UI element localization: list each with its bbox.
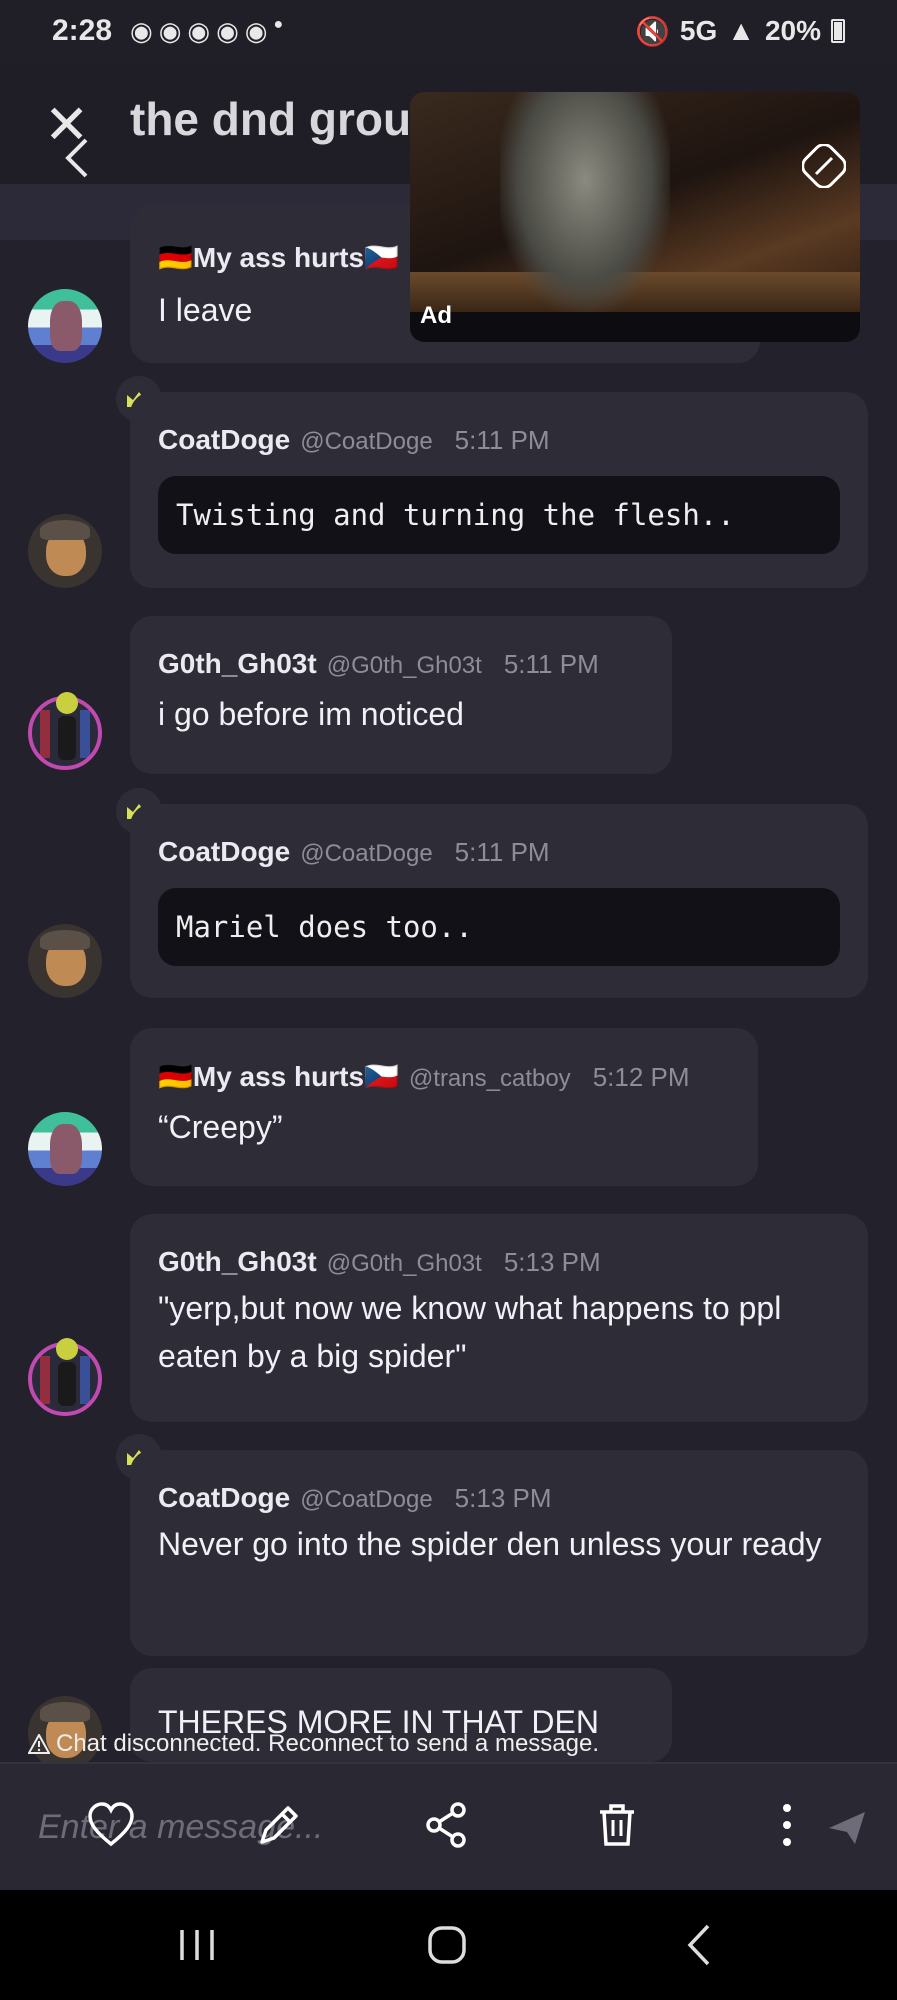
message-bubble: 🇩🇪My ass hurts🇨🇿 @trans_catboy 5:12 PM “… [130, 1028, 758, 1186]
message-meta: CoatDoge @CoatDoge 5:11 PM [158, 424, 840, 456]
battery-icon [831, 19, 845, 43]
disconnected-notice: Chat disconnected. Reconnect to send a m… [28, 1730, 599, 1758]
message-bubble: G0th_Gh03t @G0th_Gh03t 5:11 PM i go befo… [130, 616, 672, 774]
message-meta: G0th_Gh03t @G0th_Gh03t 5:11 PM [158, 648, 644, 680]
message-time: 5:13 PM [454, 1483, 552, 1513]
author-handle: @CoatDoge [300, 428, 433, 455]
discord-icon: ◉ [244, 15, 268, 46]
message-bubble: CoatDoge @CoatDoge 5:13 PM Never go into… [130, 1450, 868, 1656]
trash-icon[interactable] [592, 1800, 642, 1850]
author-name[interactable]: 🇩🇪My ass hurts🇨🇿 [158, 241, 399, 274]
status-bar: 2:28 ◉ ◉ ◉ ◉ ◉ ● 🔇 5G ▲ 20% [0, 0, 897, 62]
author-name[interactable]: G0th_Gh03t [158, 648, 317, 680]
avatar[interactable] [28, 514, 102, 588]
cast-icon[interactable] [802, 144, 846, 188]
discord-icon: ◉ [130, 15, 153, 46]
author-handle: @G0th_Gh03t [326, 1250, 482, 1277]
ad-image-figure [500, 92, 670, 312]
message-meta: CoatDoge @CoatDoge 5:13 PM [158, 1482, 840, 1514]
message-meta: G0th_Gh03t @G0th_Gh03t 5:13 PM [158, 1246, 840, 1278]
author-name[interactable]: CoatDoge [158, 424, 290, 456]
ad-label: Ad [420, 302, 452, 329]
chat-title: the dnd group [130, 93, 440, 145]
message-bubble: CoatDoge @CoatDoge 5:11 PM Mariel does t… [130, 804, 868, 998]
message-text: Never go into the spider den unless your… [158, 1526, 822, 1562]
author-handle: @G0th_Gh03t [326, 652, 482, 679]
author-name[interactable]: CoatDoge [158, 1482, 290, 1514]
more-vertical-icon[interactable] [762, 1800, 812, 1850]
system-nav-bar [0, 1890, 897, 2000]
dot-icon: ● [273, 15, 284, 33]
discord-icon: ◉ [158, 15, 182, 46]
warning-icon [28, 1734, 50, 1754]
battery-percent: 20% [764, 15, 821, 46]
pencil-icon[interactable] [254, 1800, 304, 1850]
avatar-badge [56, 692, 78, 714]
message-bubble: G0th_Gh03t @G0th_Gh03t 5:13 PM "yerp,but… [130, 1214, 868, 1422]
heart-icon[interactable] [86, 1800, 136, 1850]
message-meta: 🇩🇪My ass hurts🇨🇿 @trans_catboy 5:12 PM [158, 1060, 730, 1093]
code-block: Twisting and turning the flesh.. [158, 476, 840, 554]
avatar[interactable] [28, 924, 102, 998]
author-name[interactable]: 🇩🇪My ass hurts🇨🇿 [158, 1060, 399, 1093]
video-ad[interactable]: Ad [410, 92, 860, 342]
notification-icons: ◉ ◉ ◉ ◉ ◉ ● [130, 16, 283, 47]
author-handle: @CoatDoge [300, 1486, 433, 1513]
message-time: 5:11 PM [454, 837, 550, 867]
message-text: i go before im noticed [158, 696, 464, 732]
ad-bottom-bar [410, 312, 860, 342]
author-name[interactable]: G0th_Gh03t [158, 1246, 317, 1278]
message-time: 5:11 PM [454, 425, 550, 455]
status-time: 2:28 [52, 14, 113, 47]
code-block: Mariel does too.. [158, 888, 840, 966]
message-time: 5:12 PM [592, 1062, 690, 1092]
message-meta: CoatDoge @CoatDoge 5:11 PM [158, 836, 840, 868]
recent-apps-icon[interactable] [172, 1920, 222, 1970]
message-time: 5:11 PM [503, 649, 599, 679]
disconnected-text: Chat disconnected. Reconnect to send a m… [56, 1730, 599, 1757]
discord-icon: ◉ [216, 15, 239, 46]
message-text: “Creepy” [158, 1109, 283, 1145]
message-time: 5:13 PM [503, 1247, 601, 1277]
author-name[interactable]: CoatDoge [158, 836, 290, 868]
avatar[interactable] [28, 1112, 102, 1186]
send-icon[interactable] [827, 1808, 867, 1848]
message-composer: Enter a message... [0, 1762, 897, 1890]
message-bubble: CoatDoge @CoatDoge 5:11 PM Twisting and … [130, 392, 868, 588]
network-type: 5G [679, 15, 718, 46]
home-icon[interactable] [422, 1920, 472, 1970]
author-handle: @trans_catboy [408, 1065, 571, 1092]
chevron-left-icon[interactable] [62, 138, 92, 178]
share-icon[interactable] [422, 1800, 472, 1850]
author-handle: @CoatDoge [300, 840, 433, 867]
signal-icon: ▲ [727, 15, 755, 46]
avatar[interactable] [28, 289, 102, 363]
mute-icon: 🔇 [635, 15, 670, 47]
message-text: "yerp,but now we know what happens to pp… [158, 1290, 782, 1374]
back-icon[interactable] [674, 1920, 724, 1970]
discord-icon: ◉ [187, 15, 211, 46]
avatar-badge [56, 1338, 78, 1360]
